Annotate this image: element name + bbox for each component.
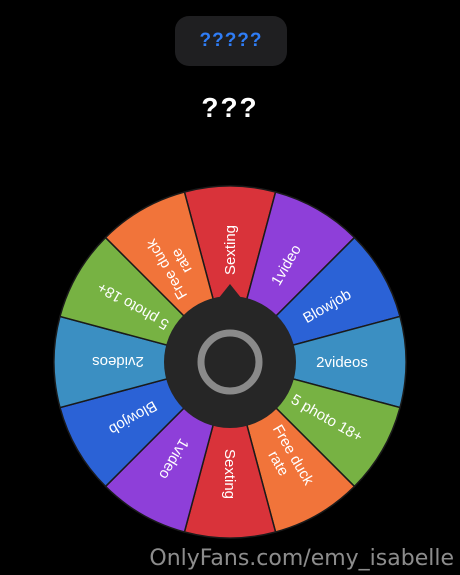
wheel-segment-label: 2videos — [316, 354, 368, 371]
wheel-segment-label: Sexting — [222, 225, 239, 275]
prize-wheel[interactable]: Sexting 1videoBlowjob2videos5 photo 18+Fr… — [46, 178, 414, 546]
hub-knob — [164, 296, 296, 428]
spin-button[interactable]: ????? — [175, 16, 287, 66]
spin-result: ??? — [201, 92, 259, 123]
watermark: OnlyFans.com/emy_isabelle — [149, 546, 454, 571]
wheel-segment-label: Sexting — [221, 449, 238, 499]
wheel-segment-label: 2videos — [92, 353, 144, 370]
